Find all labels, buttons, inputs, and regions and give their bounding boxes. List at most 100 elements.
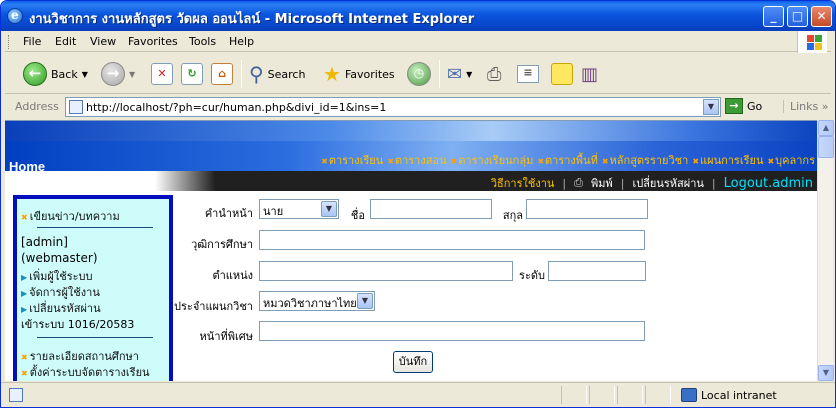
home-link[interactable]: Home: [9, 159, 45, 174]
vertical-scrollbar[interactable]: ▲ ▼: [817, 120, 834, 381]
mail-button[interactable]: ✉ ▼: [447, 59, 472, 89]
zone-label: Local intranet: [701, 388, 777, 402]
mail-icon: ✉: [447, 63, 463, 85]
nav-personnel[interactable]: บุคลากร: [767, 151, 815, 169]
menu-file[interactable]: File: [23, 35, 41, 48]
nav-study-plan[interactable]: แผนการเรียน: [692, 151, 763, 169]
history-icon: ◷: [407, 62, 431, 86]
special-duty-input[interactable]: [259, 321, 645, 341]
level-input[interactable]: [548, 261, 646, 281]
back-dropdown-icon[interactable]: ▼: [82, 70, 88, 79]
edit-button[interactable]: ≡: [517, 59, 539, 89]
sidebar-login-count: เข้าระบบ 1016/20583: [21, 318, 135, 331]
menu-edit[interactable]: Edit: [55, 35, 76, 48]
subnav-divider: |: [562, 176, 567, 190]
links-label: Links: [790, 100, 819, 113]
prefix-label: คำนำหน้า: [204, 207, 253, 220]
sidebar-write-news[interactable]: เขียนข่าว/บทความ: [21, 207, 120, 225]
sidebar-schedule-settings[interactable]: ตั้งค่าระบบจัดตารางเรียน: [21, 363, 150, 381]
go-label: Go: [747, 99, 763, 113]
forward-button[interactable]: → ▼: [101, 59, 135, 89]
menu-help[interactable]: Help: [229, 35, 254, 48]
site-banner: Home ตารางเรียน ตารางสอน ตารางเรียนกลุ่ม…: [5, 121, 817, 174]
search-button[interactable]: ⚲ Search: [249, 59, 305, 89]
status-cell: [589, 386, 615, 404]
history-button[interactable]: ◷: [407, 59, 431, 89]
printer-icon: ⎙: [487, 63, 502, 85]
title-bar[interactable]: e งานวิชาการ งานหลักสูตร วัดผล ออนไลน์ -…: [1, 1, 835, 31]
prefix-select[interactable]: นาย ▼: [259, 199, 339, 219]
mail-dropdown-icon[interactable]: ▼: [466, 70, 472, 79]
banner-top-strip: [5, 121, 817, 141]
page-viewport: Home ตารางเรียน ตารางสอน ตารางเรียนกลุ่ม…: [5, 120, 817, 381]
note-icon: [551, 63, 573, 85]
scroll-thumb[interactable]: [818, 136, 834, 158]
status-cell: [617, 386, 643, 404]
department-label: ประจำแผนกวิชา: [174, 300, 253, 313]
refresh-button[interactable]: ↻: [181, 59, 203, 89]
lastname-input[interactable]: [526, 199, 648, 219]
sub-nav-fade: [155, 171, 215, 191]
education-label: วุฒิการศึกษา: [191, 238, 253, 251]
go-button[interactable]: → Go: [725, 98, 762, 114]
home-icon: ⌂: [211, 63, 233, 85]
stop-button[interactable]: ✕: [151, 59, 173, 89]
position-input[interactable]: [259, 261, 513, 281]
save-button[interactable]: บันทึก: [393, 351, 433, 373]
chevron-down-icon: ▼: [321, 201, 337, 217]
minimize-button[interactable]: _: [763, 6, 784, 27]
nav-teaching-schedule[interactable]: ตารางสอน: [387, 151, 447, 169]
prefix-value: นาย: [263, 205, 284, 218]
windows-flag-icon: [797, 31, 827, 53]
favorites-button[interactable]: ★ Favorites: [323, 59, 395, 89]
sidebar-role: (webmaster): [21, 251, 98, 265]
nav-class-schedule[interactable]: ตารางเรียน: [321, 151, 383, 169]
firstname-input[interactable]: [370, 199, 492, 219]
status-bar: Local intranet: [1, 382, 835, 407]
manual-link[interactable]: วิธีการใช้งาน: [491, 174, 555, 192]
menu-view[interactable]: View: [90, 35, 116, 48]
favorites-label: Favorites: [344, 67, 395, 81]
lastname-label: สกุล: [502, 209, 523, 222]
star-icon: ★: [323, 62, 341, 86]
sidebar-divider: [37, 337, 153, 338]
scroll-down-icon[interactable]: ▼: [818, 365, 834, 381]
forward-dropdown-icon[interactable]: ▼: [129, 70, 135, 79]
close-button[interactable]: ✕: [811, 6, 832, 27]
home-button[interactable]: ⌂: [211, 59, 233, 89]
menu-tools[interactable]: Tools: [189, 35, 216, 48]
nav-curriculum[interactable]: หลักสูตรรายวิชา: [602, 151, 689, 169]
maximize-button[interactable]: □: [787, 6, 808, 27]
special-duty-label: หน้าที่พิเศษ: [199, 330, 253, 343]
search-label: Search: [267, 67, 306, 81]
print-link[interactable]: พิมพ์: [591, 174, 613, 192]
refresh-icon: ↻: [181, 63, 203, 85]
sidebar: เขียนข่าว/บทความ [admin] (webmaster) เพิ…: [13, 195, 173, 381]
research-icon: ▥: [581, 63, 599, 85]
page-icon: [69, 100, 83, 114]
back-button[interactable]: ← Back ▼: [23, 59, 88, 89]
logout-link[interactable]: Logout.admin: [724, 176, 813, 191]
change-password-link[interactable]: เปลี่ยนรหัสผ่าน: [632, 174, 703, 192]
edit-page-icon: ≡: [517, 65, 539, 83]
print-icon: ⎙: [574, 176, 583, 189]
position-label: ตำแหน่ง: [212, 269, 253, 282]
search-icon: ⚲: [249, 62, 264, 86]
nav-group-schedule[interactable]: ตารางเรียนกลุ่ม: [451, 151, 533, 169]
research-button[interactable]: ▥: [581, 59, 598, 89]
links-button[interactable]: Links »: [783, 100, 829, 113]
print-button[interactable]: ⎙: [487, 59, 501, 89]
education-input[interactable]: [259, 230, 645, 250]
address-input[interactable]: http://localhost/?ph=cur/human.php&divi_…: [65, 97, 721, 117]
page-icon: [9, 388, 23, 402]
scroll-up-icon[interactable]: ▲: [818, 120, 834, 136]
department-select[interactable]: หมวดวิชาภาษาไทย ▼: [259, 291, 375, 311]
firstname-label: ชื่อ: [350, 209, 365, 222]
nav-room-schedule[interactable]: ตารางพื้นที่: [537, 151, 598, 169]
back-arrow-icon: ←: [23, 62, 47, 86]
address-label: Address: [15, 100, 59, 113]
address-url: http://localhost/?ph=cur/human.php&divi_…: [86, 101, 387, 114]
address-dropdown-icon[interactable]: ▼: [703, 99, 719, 115]
discuss-button[interactable]: [551, 59, 573, 89]
menu-favorites[interactable]: Favorites: [128, 35, 178, 48]
